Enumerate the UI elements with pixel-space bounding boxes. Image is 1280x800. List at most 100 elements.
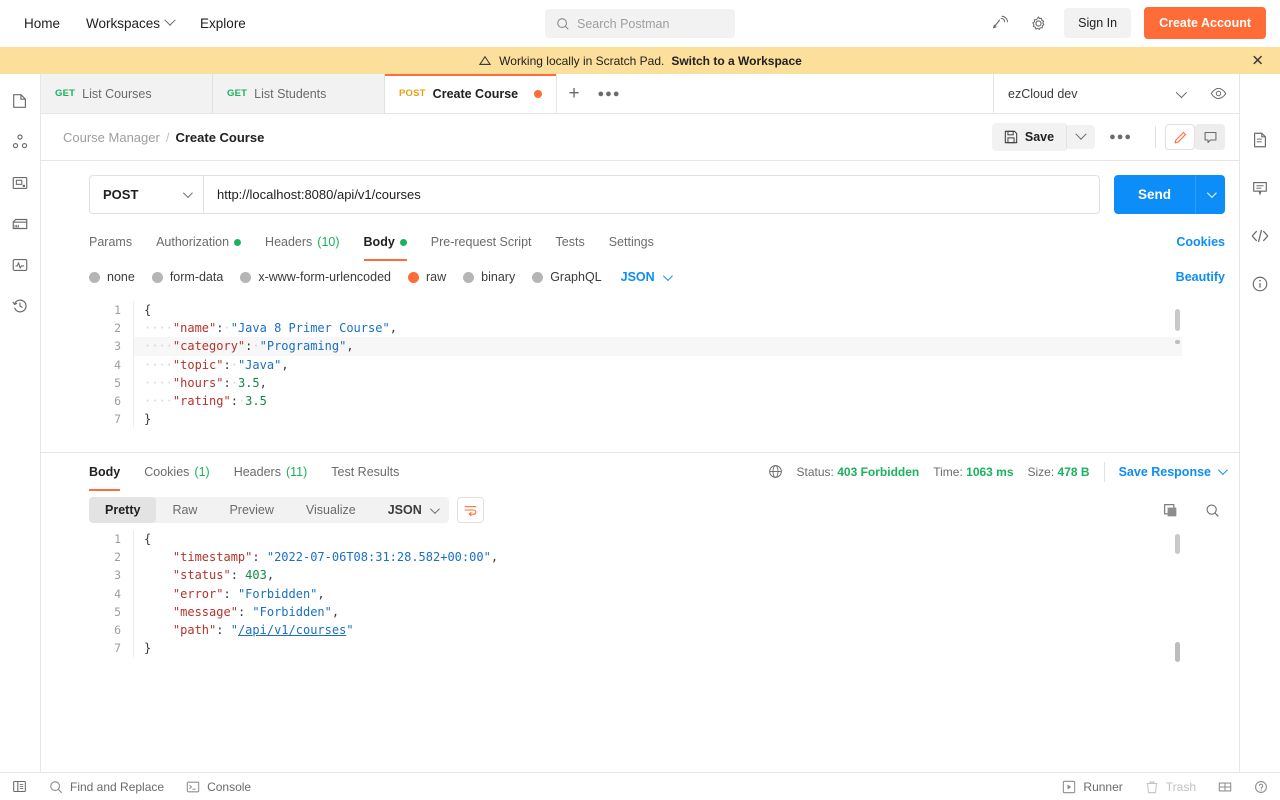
code-line[interactable]: } xyxy=(133,639,1182,658)
invite-icon[interactable] xyxy=(986,10,1012,36)
history-icon[interactable] xyxy=(9,295,31,317)
nav-item-home[interactable]: Home xyxy=(24,16,60,31)
tab-pre-request-script[interactable]: Pre-request Script xyxy=(431,223,532,261)
console-button[interactable]: Console xyxy=(186,780,251,794)
create-account-button[interactable]: Create Account xyxy=(1144,7,1266,39)
tab-settings[interactable]: Settings xyxy=(609,223,654,261)
help-button[interactable] xyxy=(1254,780,1268,794)
edit-mode-button[interactable] xyxy=(1165,124,1195,150)
info-icon[interactable] xyxy=(1249,273,1271,295)
environments-icon[interactable] xyxy=(9,172,31,194)
view-mode-preview[interactable]: Preview xyxy=(213,497,289,523)
code-line[interactable]: ····"name":·"Java 8 Primer Course", xyxy=(133,319,1182,338)
monitors-icon[interactable] xyxy=(9,254,31,276)
runner-button[interactable]: Runner xyxy=(1062,780,1123,794)
banner-link[interactable]: Switch to a Workspace xyxy=(671,54,801,68)
save-button[interactable]: Save xyxy=(991,123,1067,151)
banner-close-icon[interactable]: ✕ xyxy=(1251,53,1264,68)
response-tab-cookies[interactable]: Cookies (1) xyxy=(144,453,209,491)
find-and-replace-button[interactable]: Find and Replace xyxy=(49,780,164,794)
breadcrumb-parent[interactable]: Course Manager xyxy=(63,130,160,145)
code-line[interactable]: ····"hours":·3.5, xyxy=(133,373,1182,393)
new-tab-button[interactable]: + xyxy=(557,74,591,113)
body-type-graphql[interactable]: GraphQL xyxy=(532,270,602,284)
environment-selector[interactable]: ezCloud dev xyxy=(994,74,1198,113)
body-type-binary[interactable]: binary xyxy=(463,270,515,284)
comments-button[interactable] xyxy=(1195,124,1225,150)
console-icon xyxy=(186,781,200,792)
response-tab-headers[interactable]: Headers (11) xyxy=(234,453,308,491)
cookies-link[interactable]: Cookies xyxy=(1176,235,1225,249)
code-line[interactable]: ····"topic":·"Java", xyxy=(133,355,1182,374)
sidebar-toggle-button[interactable] xyxy=(12,779,27,794)
response-tab-test-results[interactable]: Test Results xyxy=(331,453,399,491)
settings-gear-icon[interactable] xyxy=(1025,10,1051,36)
nav-item-explore[interactable]: Explore xyxy=(200,16,246,31)
code-line[interactable]: "message": "Forbidden", xyxy=(133,602,1182,622)
body-type-none[interactable]: none xyxy=(89,270,135,284)
tab-options-icon[interactable]: ●●● xyxy=(591,74,627,113)
response-editor-scrollbar[interactable] xyxy=(1175,534,1180,554)
trash-button[interactable]: Trash xyxy=(1145,780,1196,794)
body-type-urlencoded[interactable]: x-www-form-urlencoded xyxy=(240,270,391,284)
request-url-input[interactable] xyxy=(203,175,1100,214)
send-options-button[interactable] xyxy=(1195,175,1225,214)
code-line[interactable]: "error": "Forbidden", xyxy=(133,584,1182,603)
tab-headers[interactable]: Headers (10) xyxy=(265,223,339,261)
code-snippet-icon[interactable] xyxy=(1249,225,1271,247)
documentation-icon[interactable] xyxy=(1249,129,1271,151)
request-tab-list-students[interactable]: GET List Students xyxy=(213,74,385,113)
code-line[interactable]: { xyxy=(133,530,1182,549)
response-format-select[interactable]: JSON xyxy=(372,497,449,523)
beautify-link[interactable]: Beautify xyxy=(1176,270,1225,284)
environment-quick-look-button[interactable] xyxy=(1198,74,1239,113)
request-tab-list-courses[interactable]: GET List Courses xyxy=(41,74,213,113)
response-code-lines[interactable]: { "timestamp": "2022-07-06T08:31:28.582+… xyxy=(133,530,1182,658)
tab-tests[interactable]: Tests xyxy=(556,223,585,261)
layout-button[interactable] xyxy=(1218,780,1232,794)
body-type-raw[interactable]: raw xyxy=(408,270,446,284)
tab-body[interactable]: Body xyxy=(363,223,408,261)
request-more-options-icon[interactable]: ●●● xyxy=(1095,131,1146,143)
code-token: } xyxy=(144,412,152,427)
http-method-select[interactable]: POST xyxy=(89,175,203,214)
collections-icon[interactable] xyxy=(9,90,31,112)
code-token: " xyxy=(230,623,238,638)
global-search-box[interactable]: Search Postman xyxy=(545,9,735,38)
request-editor-scrollbar[interactable] xyxy=(1175,309,1180,331)
body-type-form-data[interactable]: form-data xyxy=(151,270,223,284)
request-body-editor[interactable]: 1234567 {····"name":·"Java 8 Primer Cour… xyxy=(89,301,1182,444)
code-token: { xyxy=(144,303,152,317)
copy-icon[interactable] xyxy=(1157,497,1183,523)
wrap-lines-button[interactable] xyxy=(456,497,484,523)
view-mode-visualize[interactable]: Visualize xyxy=(290,497,372,523)
request-tab-create-course[interactable]: POST Create Course xyxy=(385,74,557,113)
code-line[interactable]: "timestamp": "2022-07-06T08:31:28.582+00… xyxy=(133,548,1182,567)
body-type-selector: none form-data x-www-form-urlencoded raw… xyxy=(41,261,1239,293)
comments-icon[interactable] xyxy=(1249,177,1271,199)
code-line[interactable]: "status": 403, xyxy=(133,566,1182,585)
tab-params[interactable]: Params xyxy=(89,223,132,261)
apis-icon[interactable] xyxy=(9,131,31,153)
sign-in-button[interactable]: Sign In xyxy=(1064,8,1132,38)
view-mode-raw[interactable]: Raw xyxy=(156,497,213,523)
send-button[interactable]: Send xyxy=(1113,175,1195,214)
response-tab-body[interactable]: Body xyxy=(89,453,121,491)
view-mode-pretty[interactable]: Pretty xyxy=(89,497,157,523)
save-options-button[interactable] xyxy=(1066,125,1096,149)
request-code-lines[interactable]: {····"name":·"Java 8 Primer Course", ····… xyxy=(133,301,1182,429)
code-line[interactable]: } xyxy=(133,410,1182,429)
response-body-viewer[interactable]: 1 2 3 4 5 6 7 { "timestamp": "2022-07-06T08:31… xyxy=(89,530,1182,772)
save-response-button[interactable]: Save Response xyxy=(1119,465,1228,479)
radio-icon xyxy=(89,271,100,283)
tab-authorization[interactable]: Authorization xyxy=(156,223,242,261)
code-line[interactable]: { xyxy=(133,301,1182,320)
code-line[interactable]: ····"rating":·3.5 xyxy=(133,392,1182,411)
mock-servers-icon[interactable] xyxy=(9,213,31,235)
code-line[interactable]: "path": "/api/v1/courses" xyxy=(133,621,1182,640)
nav-item-workspaces[interactable]: Workspaces xyxy=(86,14,176,31)
search-response-icon[interactable] xyxy=(1199,497,1225,523)
code-line[interactable]: ····"category":·"Programing", xyxy=(133,337,1182,356)
raw-format-select[interactable]: JSON xyxy=(621,270,673,284)
tab-label: Cookies xyxy=(144,464,190,479)
